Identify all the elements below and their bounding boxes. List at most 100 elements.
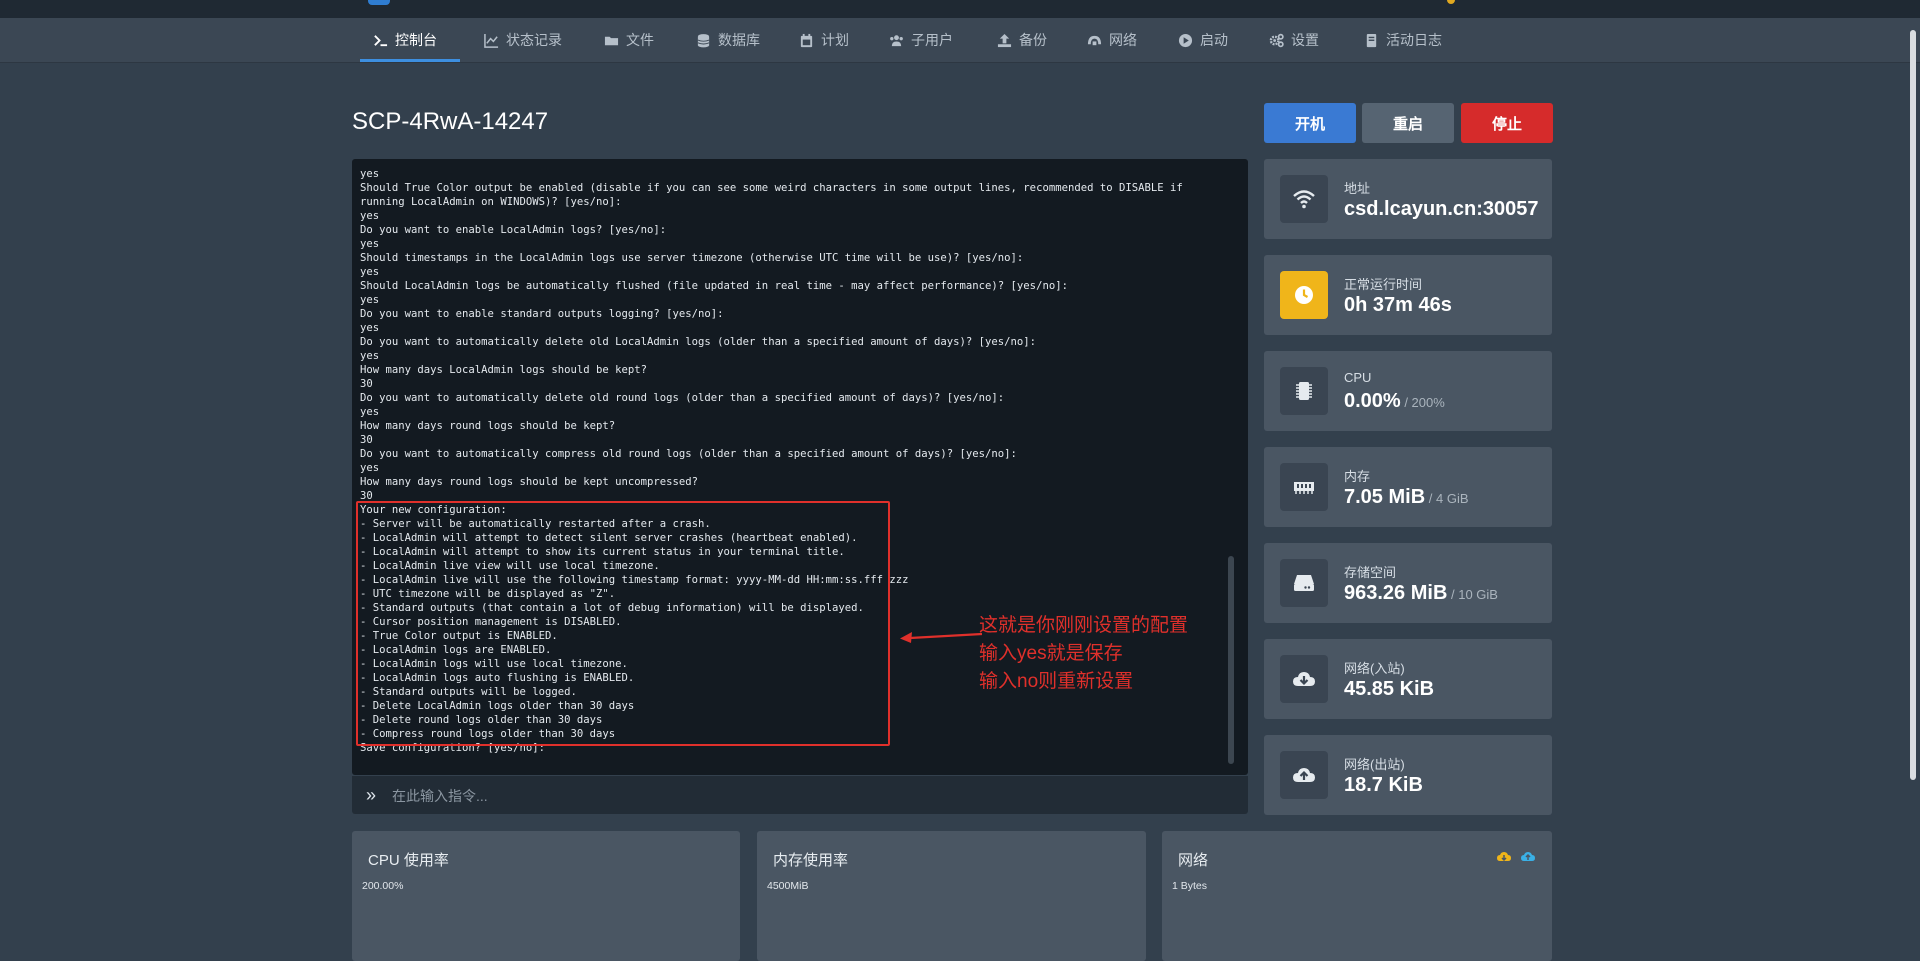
tab-startup-label: 启动 xyxy=(1200,32,1228,48)
tab-subusers[interactable]: 子用户 xyxy=(889,18,953,62)
stat-card-storage: 存储空间 963.26 MiB / 10 GiB xyxy=(1264,543,1552,623)
chart-title: CPU 使用率 xyxy=(368,852,449,869)
annotation-line-2: 输入yes就是保存 xyxy=(979,643,1123,664)
server-address-value[interactable]: csd.lcayun.cn:30057 xyxy=(1344,198,1539,221)
tab-network[interactable]: 网络 xyxy=(1087,18,1137,62)
console-line: Do you want to automatically delete old … xyxy=(360,392,1005,404)
start-button[interactable]: 开机 xyxy=(1264,103,1356,143)
stat-limit: / 200% xyxy=(1400,395,1445,410)
memory-usage-chart: 内存使用率 4500MiB xyxy=(757,831,1146,961)
double-chevron-right-icon: » xyxy=(366,785,377,805)
top-bar xyxy=(0,0,1920,18)
tab-database[interactable]: 数据库 xyxy=(696,18,760,62)
stat-card-network-in: 网络(入站) 45.85 KiB xyxy=(1264,639,1552,719)
console-line: yes xyxy=(360,406,380,418)
console-line: yes xyxy=(360,238,380,250)
console-line: yes xyxy=(360,350,380,362)
stat-value-text: csd.lcayun.cn:30057 xyxy=(1344,198,1539,220)
play-circle-icon xyxy=(1178,33,1193,47)
tab-schedule[interactable]: 计划 xyxy=(799,18,849,62)
users-icon xyxy=(890,34,903,46)
tab-backup-label: 备份 xyxy=(1019,32,1047,48)
memory-icon xyxy=(1280,463,1328,511)
stat-label: 正常运行时间 xyxy=(1344,277,1423,292)
chart-axis-max: 200.00% xyxy=(362,880,404,892)
stat-value-text: 0h 37m 46s xyxy=(1344,294,1452,316)
console-line: yes xyxy=(360,462,380,474)
console-line: How many days round logs should be kept … xyxy=(360,476,699,488)
stat-label: 内存 xyxy=(1344,469,1371,484)
network-chart: 网络 1 Bytes xyxy=(1162,831,1552,961)
command-input[interactable] xyxy=(390,784,1214,808)
stat-limit: / 4 GiB xyxy=(1425,491,1469,506)
stat-card-network-out: 网络(出站) 18.7 KiB xyxy=(1264,735,1552,815)
cpu-chip-icon xyxy=(1280,367,1328,415)
tab-settings[interactable]: 设置 xyxy=(1269,18,1319,62)
stat-value-text: 963.26 MiB xyxy=(1344,582,1448,604)
stat-value-text: 45.85 KiB xyxy=(1344,678,1435,700)
database-icon xyxy=(697,33,710,47)
annotation-line-3: 输入no则重新设置 xyxy=(979,671,1134,692)
chart-axis-max: 1 Bytes xyxy=(1172,880,1208,892)
annotation-line-1: 这就是你刚刚设置的配置 xyxy=(979,615,1189,636)
cloud-upload-legend-icon[interactable] xyxy=(1520,849,1536,865)
restart-button[interactable]: 重启 xyxy=(1362,103,1454,143)
stat-label: CPU xyxy=(1344,370,1372,385)
upload-icon xyxy=(997,33,1012,47)
console-line: 30 xyxy=(360,434,373,446)
cloud-upload-icon xyxy=(1280,751,1328,799)
cloud-download-legend-icon[interactable] xyxy=(1496,849,1512,865)
console-line: yes xyxy=(360,322,380,334)
wifi-icon xyxy=(1280,175,1328,223)
chart-legend xyxy=(1496,849,1536,865)
cpu-usage-chart: CPU 使用率 200.00% xyxy=(352,831,740,961)
chart-title: 网络 xyxy=(1178,852,1209,869)
tab-activity-log[interactable]: 活动日志 xyxy=(1364,18,1442,62)
tab-startup[interactable]: 启动 xyxy=(1178,18,1228,62)
tab-status-log[interactable]: 状态记录 xyxy=(484,18,562,62)
stop-button[interactable]: 停止 xyxy=(1461,103,1553,143)
tab-console-label: 控制台 xyxy=(395,32,437,48)
tab-files[interactable]: 文件 xyxy=(604,18,654,62)
stat-card-uptime: 正常运行时间 0h 37m 46s xyxy=(1264,255,1552,335)
stat-value-text: 7.05 MiB xyxy=(1344,486,1426,508)
tab-subusers-label: 子用户 xyxy=(911,32,953,48)
annotation-highlight-box xyxy=(356,501,890,746)
stat-value-text: 0.00% xyxy=(1344,390,1401,412)
stat-label: 地址 xyxy=(1344,181,1371,196)
console-line: 30 xyxy=(360,378,373,390)
console-line: How many days LocalAdmin logs should be … xyxy=(360,364,648,376)
tab-schedule-label: 计划 xyxy=(821,32,849,48)
brand-logo[interactable] xyxy=(368,0,390,5)
chart-title: 内存使用率 xyxy=(773,852,849,869)
tab-backup[interactable]: 备份 xyxy=(997,18,1047,62)
folder-icon xyxy=(604,36,619,45)
stat-limit: / 10 GiB xyxy=(1447,587,1498,602)
book-icon xyxy=(1366,33,1377,47)
stat-value: 0.00% / 200% xyxy=(1344,390,1445,413)
console-line: yes xyxy=(360,294,380,306)
annotation-text: 这就是你刚刚设置的配置 输入yes就是保存 输入no则重新设置 xyxy=(979,612,1188,696)
stat-card-memory: 内存 7.05 MiB / 4 GiB xyxy=(1264,447,1552,527)
stat-value: 7.05 MiB / 4 GiB xyxy=(1344,486,1469,509)
stat-label: 网络(入站) xyxy=(1344,661,1405,676)
chart-axis-max: 4500MiB xyxy=(767,880,809,892)
stat-value: 18.7 KiB xyxy=(1344,774,1423,797)
page-title: SCP-4RwA-14247 xyxy=(352,108,549,135)
console-line: How many days round logs should be kept? xyxy=(360,420,616,432)
annotation-arrow xyxy=(900,632,982,643)
page-scrollbar[interactable] xyxy=(1910,30,1916,780)
network-icon xyxy=(1087,35,1102,45)
tab-files-label: 文件 xyxy=(626,32,654,48)
console-line: Do you want to enable standard outputs l… xyxy=(360,308,724,320)
console-line: Do you want to automatically delete old … xyxy=(360,336,1037,348)
console-scrollbar[interactable] xyxy=(1228,556,1234,764)
hdd-icon xyxy=(1280,559,1328,607)
console-line: yes xyxy=(360,210,380,222)
tab-console[interactable]: 控制台 xyxy=(373,18,437,62)
stat-value: 0h 37m 46s xyxy=(1344,294,1452,317)
active-tab-indicator xyxy=(360,59,460,62)
stat-card-address: 地址 csd.lcayun.cn:30057 xyxy=(1264,159,1552,239)
tab-activity-log-label: 活动日志 xyxy=(1386,32,1442,48)
tab-status-log-label: 状态记录 xyxy=(506,32,562,48)
